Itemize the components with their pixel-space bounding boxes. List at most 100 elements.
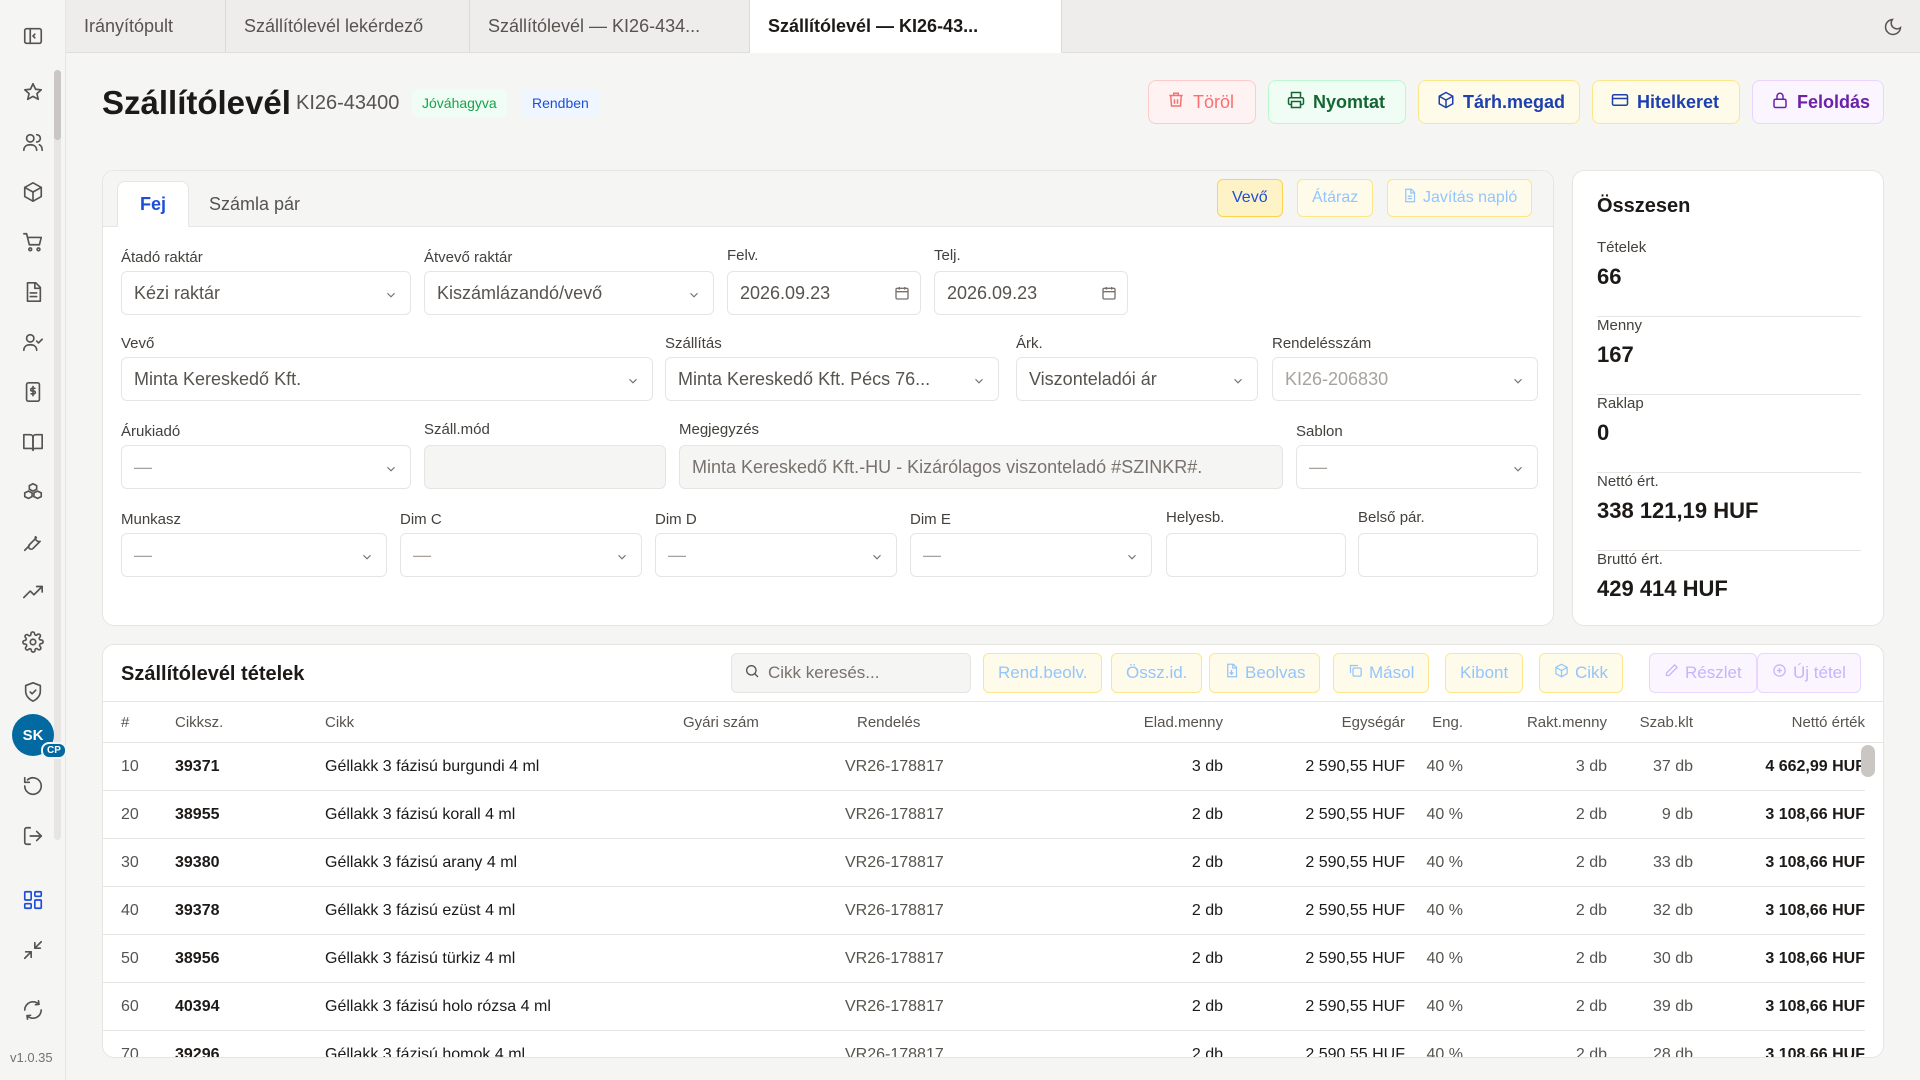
dim-e-select[interactable]: —	[910, 533, 1152, 577]
read-button[interactable]: Beolvas	[1209, 653, 1321, 693]
article-button[interactable]: Cikk	[1539, 653, 1624, 693]
sidebar-scrollbar-thumb[interactable]	[54, 70, 61, 140]
order-number-select[interactable]: KI26-206830	[1272, 357, 1538, 401]
col-discount[interactable]: Eng.	[1432, 714, 1463, 731]
cell-unit-price: 2 590,55 HUF	[1305, 998, 1405, 1015]
wrench-icon[interactable]	[15, 524, 51, 560]
table-row[interactable]: 10 39371 Géllakk 3 fázisú burgundi 4 ml VR2…	[103, 743, 1865, 791]
shipping-mode-field[interactable]	[424, 445, 666, 489]
tab-dashboard[interactable]: Irányítópult	[66, 0, 226, 53]
col-unit-price[interactable]: Egységár	[1342, 714, 1405, 731]
package-icon[interactable]	[15, 174, 51, 210]
shipping-select[interactable]: Minta Kereskedő Kft. Pécs 76...	[665, 357, 999, 401]
target-warehouse-select[interactable]: Kiszámlázandó/vevő	[424, 271, 714, 315]
tab-delivery-note-2[interactable]: Szállítólevél — KI26-43...	[750, 0, 1062, 53]
completed-date-input[interactable]: 2026.09.23	[934, 271, 1128, 315]
copy-button[interactable]: Másol	[1333, 653, 1430, 693]
col-net-value[interactable]: Nettó érték	[1792, 714, 1865, 731]
search-input[interactable]	[768, 663, 948, 683]
theme-toggle-icon[interactable]	[1878, 12, 1908, 42]
completed-date-value: 2026.09.23	[947, 282, 1038, 303]
reprice-button[interactable]: Átáraz	[1297, 179, 1374, 217]
source-warehouse-select[interactable]: Kézi raktár	[121, 271, 411, 315]
salesperson-select[interactable]: —	[121, 445, 411, 489]
col-article[interactable]: Cikk	[325, 714, 354, 731]
gear-icon[interactable]	[15, 624, 51, 660]
tab-invoice-pair[interactable]: Számla pár	[187, 181, 322, 227]
print-button[interactable]: Nyomtat	[1268, 80, 1406, 124]
expand-button[interactable]: Kibont	[1445, 653, 1524, 693]
table-row[interactable]: 60 40394 Géllakk 3 fázisú holo rózsa 4 ml V…	[103, 983, 1865, 1031]
recorded-date-input[interactable]: 2026.09.23	[727, 271, 921, 315]
col-stock-qty[interactable]: Rakt.menny	[1527, 714, 1607, 731]
sidebar-toggle-icon[interactable]	[15, 18, 51, 54]
table-scrollbar-thumb[interactable]	[1861, 745, 1875, 777]
location-input[interactable]	[1166, 533, 1346, 577]
dim-c-select[interactable]: —	[400, 533, 642, 577]
cell-free: 30 db	[1652, 950, 1693, 967]
logout-icon[interactable]	[15, 818, 51, 854]
dim-c-label: Dim C	[400, 511, 442, 528]
tab-bar: Irányítópult Szállítólevél lekérdező Szá…	[66, 0, 1920, 53]
customer-button[interactable]: Vevő	[1217, 179, 1283, 217]
col-sales-qty[interactable]: Elad.menny	[1144, 714, 1223, 731]
col-number[interactable]: #	[121, 714, 129, 731]
invoice-icon[interactable]	[15, 374, 51, 410]
delete-button[interactable]: Töröl	[1148, 80, 1256, 124]
worksite-select[interactable]: —	[121, 533, 387, 577]
calendar-icon[interactable]	[1101, 285, 1117, 301]
tab-delivery-note-1[interactable]: Szállítólevél — KI26-434...	[470, 0, 750, 53]
dashboard-icon[interactable]	[15, 882, 51, 918]
calendar-icon[interactable]	[894, 285, 910, 301]
document-icon[interactable]	[15, 274, 51, 310]
collapse-icon[interactable]	[15, 932, 51, 968]
correction-log-button[interactable]: Javítás napló	[1387, 179, 1533, 217]
sidebar-scrollbar[interactable]	[54, 70, 61, 840]
summary-value: 0	[1597, 420, 1610, 445]
template-select[interactable]: —	[1296, 445, 1538, 489]
customer-select[interactable]: Minta Kereskedő Kft.	[121, 357, 653, 401]
cell-discount: 40 %	[1426, 806, 1463, 823]
table-row[interactable]: 20 38955 Géllakk 3 fázisú korall 4 ml VR26-…	[103, 791, 1865, 839]
boxes-icon[interactable]	[15, 474, 51, 510]
shipping-mode-label: Száll.mód	[424, 421, 490, 438]
chevron-down-icon	[1511, 372, 1525, 386]
cell-net-value: 4 662,99 HUF	[1765, 758, 1865, 775]
article-search[interactable]	[731, 653, 971, 693]
refresh-icon[interactable]	[15, 992, 51, 1028]
tab-header[interactable]: Fej	[117, 181, 190, 227]
storage-button[interactable]: Tárh.megad	[1418, 80, 1580, 124]
new-item-button[interactable]: Új tétel	[1757, 653, 1861, 693]
cart-icon[interactable]	[15, 224, 51, 260]
tab-delivery-query[interactable]: Szállítólevél lekérdező	[226, 0, 470, 53]
summary-value: 338 121,19 HUF	[1597, 498, 1759, 523]
cell-unit-price: 2 590,55 HUF	[1305, 902, 1405, 919]
internal-pair-input[interactable]	[1358, 533, 1538, 577]
table-row[interactable]: 40 39378 Géllakk 3 fázisú ezüst 4 ml VR26-1…	[103, 887, 1865, 935]
col-free[interactable]: Szab.klt	[1640, 714, 1693, 731]
history-icon[interactable]	[15, 768, 51, 804]
price-category-select[interactable]: Viszonteladói ár	[1016, 357, 1258, 401]
col-order[interactable]: Rendelés	[857, 714, 920, 731]
note-field[interactable]: Minta Kereskedő Kft.-HU - Kizárólagos vi…	[679, 445, 1283, 489]
dim-d-select[interactable]: —	[655, 533, 897, 577]
star-icon[interactable]	[15, 74, 51, 110]
shield-icon[interactable]	[15, 674, 51, 710]
table-row[interactable]: 70 39296 Géllakk 3 fázisú homok 4 ml VR26-1…	[103, 1031, 1865, 1058]
table-scrollbar[interactable]	[1861, 743, 1875, 1057]
credit-limit-button[interactable]: Hitelkeret	[1592, 80, 1740, 124]
order-read-button[interactable]: Rend.beolv.	[983, 653, 1103, 693]
table-row[interactable]: 50 38956 Géllakk 3 fázisú türkiz 4 ml VR26-…	[103, 935, 1865, 983]
unlock-button[interactable]: Feloldás	[1752, 80, 1884, 124]
cell-free: 28 db	[1652, 1046, 1693, 1058]
dim-d-value: —	[668, 544, 686, 565]
table-row[interactable]: 30 39380 Géllakk 3 fázisú arany 4 ml VR26-1…	[103, 839, 1865, 887]
user-check-icon[interactable]	[15, 324, 51, 360]
trending-up-icon[interactable]	[15, 574, 51, 610]
col-serial[interactable]: Gyári szám	[683, 714, 759, 731]
book-icon[interactable]	[15, 424, 51, 460]
users-icon[interactable]	[15, 124, 51, 160]
col-code[interactable]: Cikksz.	[175, 714, 223, 731]
sum-id-button[interactable]: Össz.id.	[1111, 653, 1203, 693]
detail-button[interactable]: Részlet	[1649, 653, 1757, 693]
